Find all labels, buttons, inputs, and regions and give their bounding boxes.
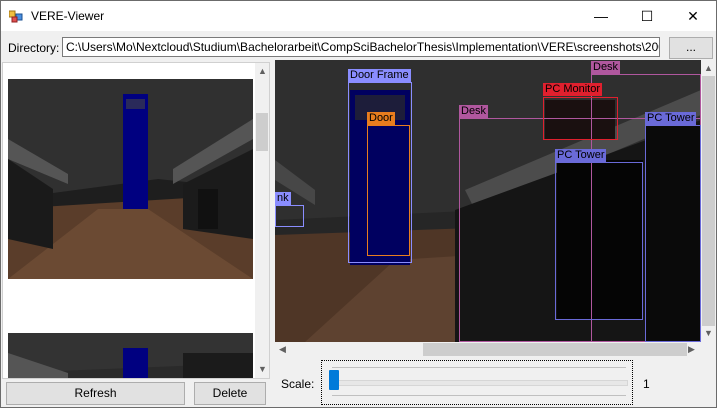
scroll-down-icon[interactable]: ▼ bbox=[258, 364, 267, 374]
scroll-right-icon[interactable]: ▶ bbox=[688, 344, 695, 355]
scene-thumbnail bbox=[8, 333, 253, 378]
pc-tower-label: PC Tower bbox=[555, 149, 607, 162]
thumbnail-image[interactable] bbox=[8, 79, 253, 279]
pc-tower-label: PC Tower bbox=[645, 112, 697, 125]
scene-thumbnail bbox=[8, 79, 253, 279]
slider-track bbox=[332, 380, 628, 386]
thumbnail-list[interactable]: ▲ ▼ bbox=[2, 62, 270, 379]
desk-label: Desk bbox=[459, 105, 489, 118]
refresh-button[interactable]: Refresh bbox=[6, 382, 185, 405]
thumbnail-image[interactable] bbox=[8, 333, 253, 378]
scale-label: Scale: bbox=[281, 377, 315, 391]
app-window: VERE-Viewer — ☐ ✕ Directory: C:\Users\Mo… bbox=[0, 0, 717, 408]
browse-button[interactable]: ... bbox=[669, 37, 713, 59]
pc-monitor-label: PC Monitor bbox=[543, 83, 603, 96]
directory-input[interactable]: C:\Users\Mo\Nextcloud\Studium\Bachelorar… bbox=[62, 37, 660, 57]
directory-label: Directory: bbox=[8, 41, 60, 55]
scroll-up-icon[interactable]: ▲ bbox=[704, 63, 713, 73]
scroll-left-icon[interactable]: ◀ bbox=[279, 344, 286, 355]
viewer-vertical-scrollbar[interactable]: ▲ ▼ bbox=[701, 60, 716, 342]
scrollbar-thumb[interactable] bbox=[256, 113, 268, 151]
close-button[interactable]: ✕ bbox=[670, 1, 716, 31]
scroll-up-icon[interactable]: ▲ bbox=[258, 66, 267, 76]
slider-thumb[interactable] bbox=[329, 370, 339, 390]
close-icon: ✕ bbox=[687, 7, 699, 24]
desk-label: Desk bbox=[591, 61, 621, 74]
partial-box bbox=[275, 205, 304, 227]
title-bar: VERE-Viewer — ☐ ✕ bbox=[1, 1, 716, 31]
delete-button[interactable]: Delete bbox=[194, 382, 266, 405]
slider-tick-line bbox=[332, 395, 626, 396]
scale-slider[interactable] bbox=[321, 360, 633, 405]
minimize-button[interactable]: — bbox=[578, 1, 624, 31]
scroll-down-icon[interactable]: ▼ bbox=[704, 328, 713, 338]
door-box bbox=[367, 125, 410, 256]
minimize-icon: — bbox=[594, 8, 608, 24]
scrollbar-thumb[interactable] bbox=[702, 76, 715, 326]
pc-monitor-box bbox=[543, 97, 618, 140]
maximize-button[interactable]: ☐ bbox=[624, 1, 670, 31]
pc-tower-box bbox=[555, 162, 643, 320]
scrollbar-thumb[interactable] bbox=[423, 343, 687, 356]
app-icon bbox=[9, 10, 23, 23]
window-title: VERE-Viewer bbox=[31, 9, 105, 23]
scale-value: 1 bbox=[643, 377, 650, 391]
door-frame-label: Door Frame bbox=[348, 69, 411, 82]
viewer-horizontal-scrollbar[interactable]: ◀ ▶ bbox=[275, 342, 701, 357]
annotated-image-view[interactable]: Door Frame Door Desk Desk PC Monitor PC … bbox=[275, 60, 701, 342]
thumbnail-scrollbar[interactable]: ▲ ▼ bbox=[255, 63, 269, 378]
slider-tick-line bbox=[332, 367, 626, 368]
partial-label: nk bbox=[275, 192, 291, 205]
pc-tower-box bbox=[645, 125, 701, 342]
maximize-icon: ☐ bbox=[640, 7, 654, 24]
door-label: Door bbox=[367, 112, 395, 125]
